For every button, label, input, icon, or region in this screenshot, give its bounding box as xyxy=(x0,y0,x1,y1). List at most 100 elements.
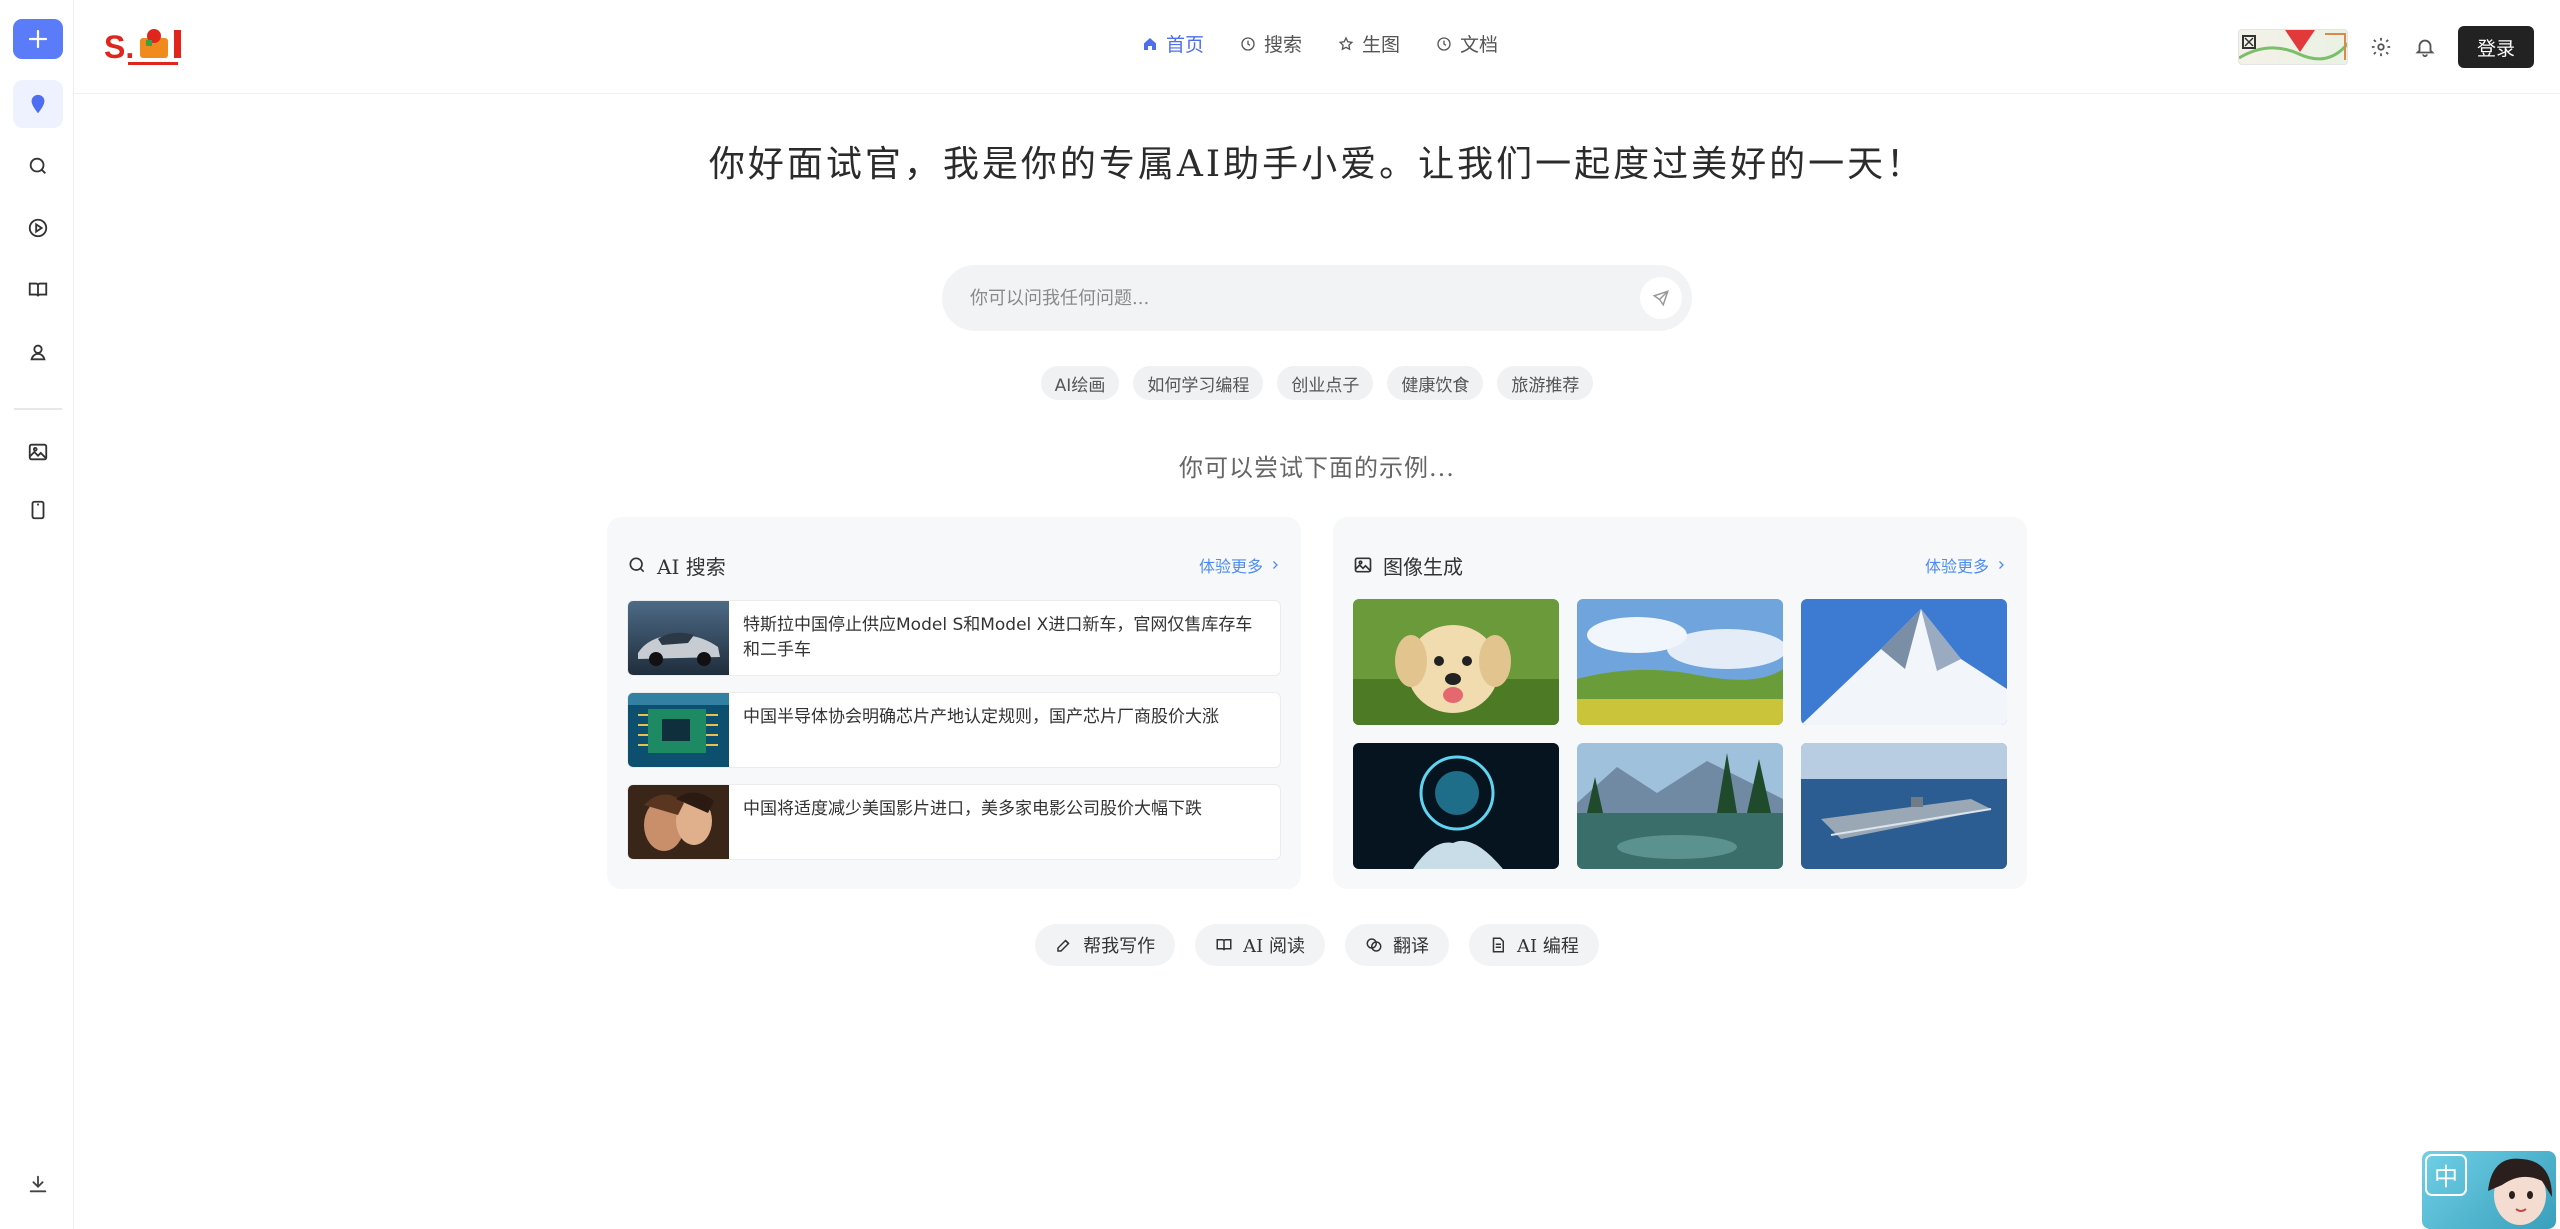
top-header: S. 首页 搜索 生图 文档 登录 xyxy=(74,0,2560,94)
clock-icon xyxy=(1437,36,1451,51)
image-gen-card: 图像生成 体验更多 xyxy=(1333,517,2027,889)
chip-learn-coding[interactable]: 如何学习编程 xyxy=(1133,366,1264,400)
rail-divider xyxy=(14,408,62,410)
edit-icon xyxy=(1057,939,1070,952)
image-grid xyxy=(1353,599,2007,869)
quick-tools: 帮我写作 AI 阅读 翻译 AI 编程 xyxy=(74,924,2560,966)
rail-item-search[interactable] xyxy=(13,142,63,190)
ai-search-card-title: AI 搜索 xyxy=(627,551,726,580)
nav-image-label: 生图 xyxy=(1362,34,1401,56)
ai-search-card-header: AI 搜索 体验更多 xyxy=(627,535,1281,595)
news-item[interactable]: 特斯拉中国停止供应Model S和Model X进口新车，官网仅售库存车和二手车 xyxy=(627,600,1281,676)
settings-button[interactable] xyxy=(2370,36,2392,58)
download-icon xyxy=(29,1175,47,1193)
tool-reading-label: AI 阅读 xyxy=(1243,936,1305,957)
chip-ai-drawing[interactable]: AI绘画 xyxy=(1040,366,1120,400)
chip-healthy-diet[interactable]: 健康饮食 xyxy=(1387,366,1484,400)
mobile-icon xyxy=(31,500,45,520)
search-icon xyxy=(29,157,46,174)
image-tile-mountain[interactable] xyxy=(1801,599,2007,725)
new-chat-button[interactable] xyxy=(13,19,63,59)
chevron-right-icon xyxy=(1999,561,2004,569)
user-icon xyxy=(30,344,46,361)
image-tile-meadow[interactable] xyxy=(1577,599,1783,725)
image-gen-title-text: 图像生成 xyxy=(1383,554,1463,579)
book-icon xyxy=(28,282,48,297)
ai-search-title-text: AI 搜索 xyxy=(657,554,726,579)
header-actions: 登录 xyxy=(2238,26,2534,68)
tool-writing[interactable]: 帮我写作 xyxy=(1035,924,1176,966)
translate-icon xyxy=(1366,938,1382,952)
image-gen-card-title: 图像生成 xyxy=(1353,551,1463,580)
nav-home[interactable]: 首页 xyxy=(1142,30,1204,57)
nav-search-label: 搜索 xyxy=(1264,34,1303,56)
image-gen-more-link[interactable]: 体验更多 xyxy=(1925,553,2007,577)
chip-startup-ideas[interactable]: 创业点子 xyxy=(1277,366,1374,400)
tool-translate[interactable]: 翻译 xyxy=(1345,924,1449,966)
ai-search-more-link[interactable]: 体验更多 xyxy=(1199,553,1281,577)
nav-home-label: 首页 xyxy=(1166,34,1205,56)
rail-item-assistant[interactable] xyxy=(13,80,63,128)
tool-reading[interactable]: AI 阅读 xyxy=(1195,924,1325,966)
rail-item-video[interactable] xyxy=(13,204,63,252)
suggestion-chips: AI绘画 如何学习编程 创业点子 健康饮食 旅游推荐 xyxy=(74,366,2560,400)
image-gen-more-text: 体验更多 xyxy=(1924,557,1989,576)
image-tile-lake[interactable] xyxy=(1577,743,1783,869)
promo-banner[interactable] xyxy=(2238,29,2348,65)
image-gen-card-header: 图像生成 体验更多 xyxy=(1353,535,2007,595)
assistant-avatar-widget[interactable]: 中 xyxy=(2422,1151,2556,1229)
rail-item-user[interactable] xyxy=(13,328,63,376)
nav-search[interactable]: 搜索 xyxy=(1240,30,1302,57)
avatar-icon: 中 xyxy=(2425,1154,2552,1225)
rail-item-read[interactable] xyxy=(13,266,63,314)
news-thumb-movie xyxy=(628,785,729,859)
news-item[interactable]: 中国半导体协会明确芯片产地认定规则，国产芯片厂商股价大涨 xyxy=(627,692,1281,768)
svg-text:S.: S. xyxy=(104,29,134,65)
image-tile-carrier[interactable] xyxy=(1801,743,2007,869)
play-circle-icon xyxy=(28,218,48,238)
chip-travel[interactable]: 旅游推荐 xyxy=(1497,366,1594,400)
news-title: 特斯拉中国停止供应Model S和Model X进口新车，官网仅售库存车和二手车 xyxy=(743,615,1253,660)
tool-coding-label: AI 编程 xyxy=(1517,936,1579,957)
send-icon xyxy=(1652,290,1669,307)
tool-translate-label: 翻译 xyxy=(1393,936,1429,957)
download-button[interactable] xyxy=(13,1162,63,1206)
news-title: 中国半导体协会明确芯片产地认定规则，国产芯片厂商股价大涨 xyxy=(743,707,1219,727)
chevron-right-icon xyxy=(1273,561,1278,569)
search-icon xyxy=(629,557,645,573)
site-logo[interactable]: S. xyxy=(104,24,196,70)
tool-coding[interactable]: AI 编程 xyxy=(1469,924,1599,966)
gear-icon xyxy=(2371,37,2391,57)
plus-icon xyxy=(28,29,48,49)
left-rail xyxy=(0,0,74,1229)
book-icon xyxy=(1216,939,1232,951)
image-tile-puppy[interactable] xyxy=(1353,599,1559,725)
logo-icon: S. xyxy=(104,29,181,65)
image-icon xyxy=(1354,557,1372,573)
star-icon xyxy=(1338,35,1354,50)
news-item[interactable]: 中国将适度减少美国影片进口，美多家电影公司股价大幅下跌 xyxy=(627,784,1281,860)
notification-button[interactable] xyxy=(2414,36,2436,58)
nav-image[interactable]: 生图 xyxy=(1338,30,1400,57)
image-tile-ai-hand[interactable] xyxy=(1353,743,1559,869)
news-title: 中国将适度减少美国影片进口，美多家电影公司股价大幅下跌 xyxy=(743,799,1202,819)
nav-docs-label: 文档 xyxy=(1460,34,1499,56)
image-icon xyxy=(28,443,48,461)
tool-writing-label: 帮我写作 xyxy=(1083,936,1156,957)
clock-icon xyxy=(1241,36,1255,51)
bell-icon xyxy=(2415,39,2435,58)
ai-search-more-text: 体验更多 xyxy=(1198,557,1263,576)
login-button[interactable]: 登录 xyxy=(2458,26,2534,68)
rail-item-image[interactable] xyxy=(13,428,63,476)
ask-input[interactable] xyxy=(970,287,1640,309)
home-icon xyxy=(1144,37,1156,50)
map-banner-icon xyxy=(2239,30,2347,61)
main-nav: 首页 搜索 生图 文档 xyxy=(1142,30,1498,57)
greeting-text: 你好面试官，我是你的专属AI助手小爱。让我们一起度过美好的一天！ xyxy=(708,144,1926,185)
rail-item-mobile[interactable] xyxy=(13,486,63,534)
ai-search-card: AI 搜索 体验更多 特斯拉中国停止供应Model S和Model X进口新车，… xyxy=(607,517,1301,889)
news-thumb-chip xyxy=(628,693,729,767)
examples-hint: 你可以尝试下面的示例... xyxy=(1179,454,1455,482)
nav-docs[interactable]: 文档 xyxy=(1436,30,1498,57)
send-button[interactable] xyxy=(1640,277,1682,319)
